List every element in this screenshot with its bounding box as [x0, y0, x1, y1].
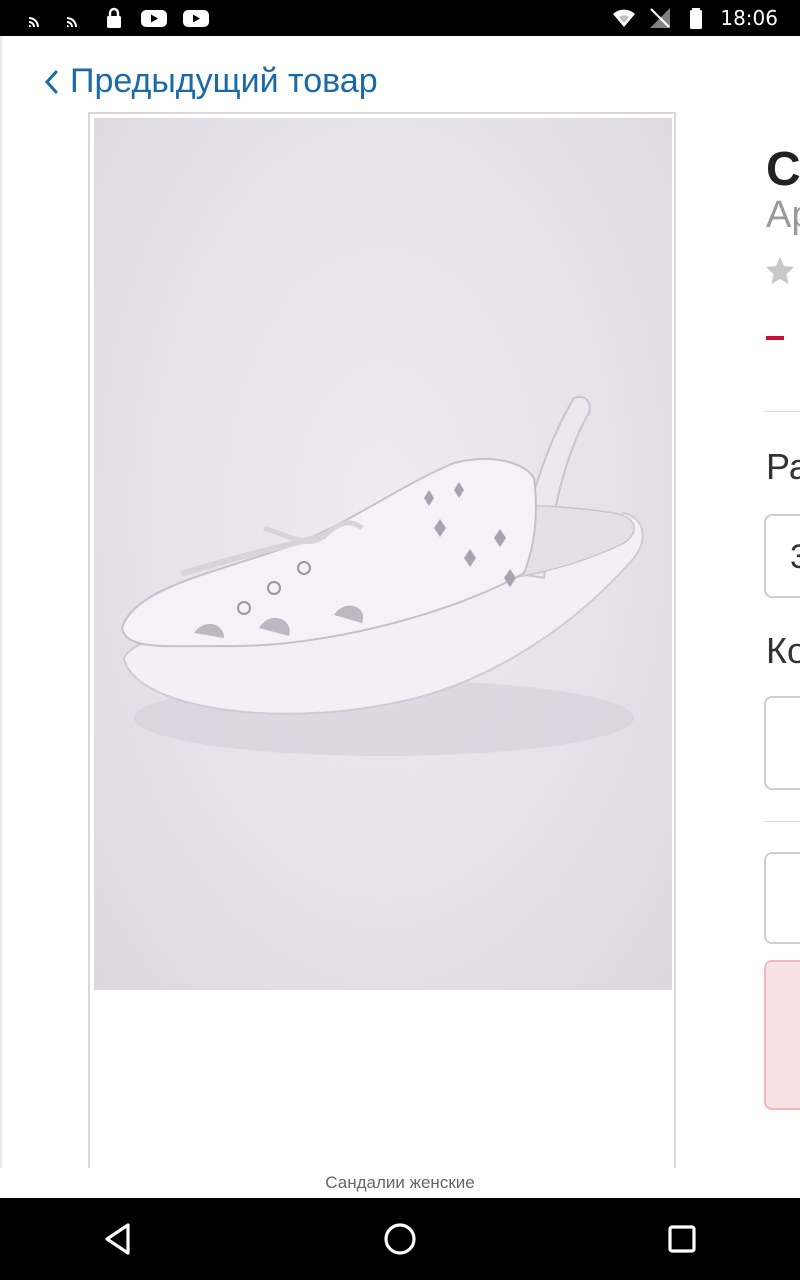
status-system: 18:06: [612, 6, 778, 30]
star-icon[interactable]: [764, 254, 796, 286]
divider: [764, 411, 800, 412]
previous-product-link[interactable]: Предыдущий товар: [42, 62, 378, 101]
size-select[interactable]: 3: [764, 514, 800, 598]
no-signal-icon: [650, 8, 671, 28]
cast-icon: [29, 17, 39, 27]
battery-icon: [690, 8, 703, 29]
youtube-icon: [183, 10, 209, 27]
back-icon[interactable]: [98, 1219, 138, 1259]
clock: 18:06: [720, 6, 778, 30]
product-title: С: [766, 143, 800, 196]
price-dash: [766, 336, 784, 340]
wifi-icon: [613, 9, 636, 27]
product-image[interactable]: [94, 118, 672, 990]
image-caption: Сандалии женские: [0, 1168, 800, 1198]
quantity-label: Ко: [766, 630, 800, 671]
lock-icon: [107, 7, 121, 28]
quantity-input[interactable]: [764, 696, 800, 790]
product-image-frame: [88, 112, 676, 1168]
drawer-edge-shadow: [0, 36, 4, 1168]
previous-product-label: Предыдущий товар: [70, 62, 378, 100]
youtube-icon: [141, 10, 167, 27]
home-icon[interactable]: [380, 1219, 420, 1259]
size-label: Ра: [766, 446, 800, 487]
status-notifications: [26, 6, 210, 30]
divider: [764, 821, 800, 822]
system-navigation-bar: [0, 1198, 800, 1280]
chevron-left-icon: [44, 70, 58, 93]
cast-icon: [67, 17, 77, 27]
secondary-action-button[interactable]: [764, 852, 800, 944]
status-bar: 18:06: [0, 0, 800, 36]
product-page: Предыдущий товар С А Ра 3 Ко: [0, 36, 800, 1168]
sandal-illustration: [120, 396, 644, 756]
recents-icon[interactable]: [662, 1219, 702, 1259]
add-to-cart-button[interactable]: [764, 960, 800, 1110]
product-article: Ар: [766, 194, 800, 236]
